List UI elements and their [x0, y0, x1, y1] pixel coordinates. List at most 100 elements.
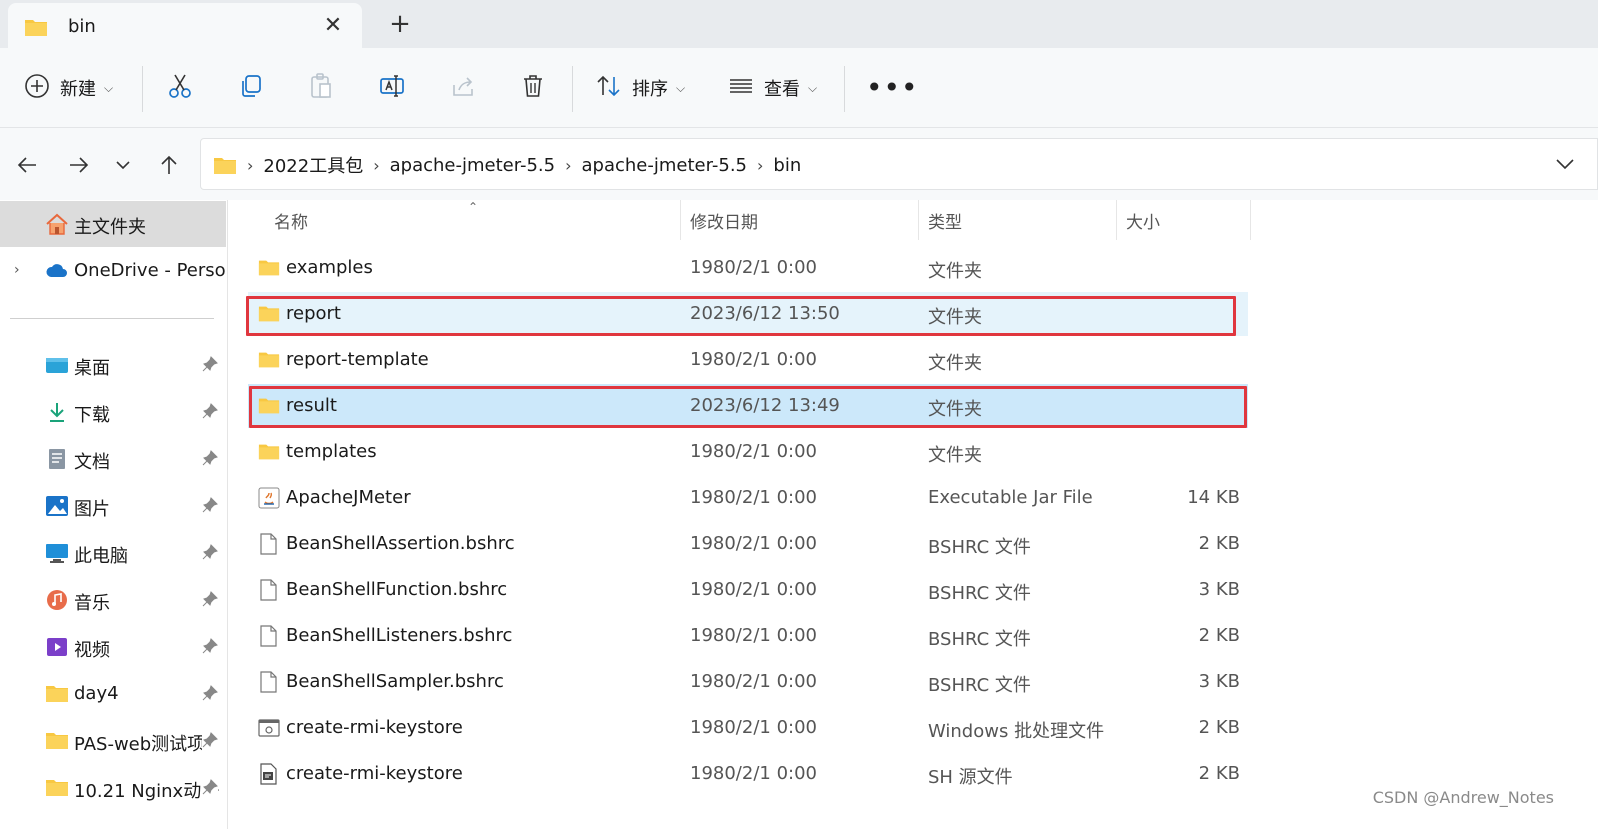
- pin-icon[interactable]: [202, 591, 218, 611]
- sidebar-item-documents[interactable]: 文档: [0, 436, 226, 482]
- file-row[interactable]: create-rmi-keystore 1980/2/1 0:00 Windows …: [248, 706, 1248, 750]
- toolbar-divider: [142, 66, 143, 112]
- sidebar-item-label: 此电脑: [74, 546, 128, 567]
- sidebar-item-home[interactable]: 主文件夹: [0, 201, 226, 247]
- file-row[interactable]: BeanShellAssertion.bshrc 1980/2/1 0:00 BSH…: [248, 522, 1248, 566]
- paste-button[interactable]: [308, 68, 334, 108]
- breadcrumb-item[interactable]: 2022工具包: [263, 152, 363, 178]
- chevron-down-icon: [116, 161, 130, 170]
- sidebar-item-label: 视频: [74, 640, 110, 661]
- pin-icon[interactable]: [202, 638, 218, 658]
- file-row[interactable]: BeanShellFunction.bshrc 1980/2/1 0:00 BSHR…: [248, 568, 1248, 612]
- breadcrumb: › 2022工具包 › apache-jmeter-5.5 › apache-j…: [213, 151, 801, 179]
- sidebar-item-nginx[interactable]: 10.21 Nginx动静: [0, 765, 226, 811]
- sidebar-item-downloads[interactable]: 下载: [0, 389, 226, 435]
- sidebar-item-label: 音乐: [74, 593, 110, 614]
- breadcrumb-separator: ›: [565, 155, 572, 175]
- sidebar-item-pas-web[interactable]: PAS-web测试项: [0, 718, 226, 764]
- file-name: BeanShellFunction.bshrc: [286, 579, 508, 600]
- file-row[interactable]: examples 1980/2/1 0:00 文件夹: [248, 246, 1248, 290]
- file-type: 文件夹: [928, 399, 982, 420]
- file-name: BeanShellListeners.bshrc: [286, 625, 513, 646]
- new-button[interactable]: 新建 ⌵: [24, 68, 113, 108]
- file-row[interactable]: report 2023/6/12 13:50 文件夹: [248, 292, 1248, 336]
- sidebar-item-day4[interactable]: day4: [0, 671, 226, 717]
- sidebar-item-onedrive[interactable]: › OneDrive - Personal: [0, 248, 227, 294]
- cut-button[interactable]: [166, 68, 194, 108]
- file-row[interactable]: BeanShellSampler.bshrc 1980/2/1 0:00 BSHRC…: [248, 660, 1248, 704]
- file-name: report: [286, 303, 341, 324]
- file-type: 文件夹: [928, 353, 982, 374]
- back-button[interactable]: [12, 150, 42, 180]
- file-row[interactable]: create-rmi-keystore 1980/2/1 0:00 SH 源文件 2 …: [248, 752, 1248, 796]
- file-date: 1980/2/1 0:00: [690, 579, 817, 600]
- file-row[interactable]: report-template 1980/2/1 0:00 文件夹: [248, 338, 1248, 382]
- view-button[interactable]: 查看 ⌵: [728, 68, 817, 108]
- column-header-name[interactable]: 名称: [274, 208, 308, 242]
- chevron-down-icon: ⌵: [808, 80, 818, 95]
- file-row[interactable]: templates 1980/2/1 0:00 文件夹: [248, 430, 1248, 474]
- sidebar-item-label: 10.21 Nginx动静: [74, 781, 220, 802]
- close-tab-icon[interactable]: ✕: [320, 13, 346, 39]
- file-date: 1980/2/1 0:00: [690, 763, 817, 784]
- breadcrumb-item[interactable]: apache-jmeter-5.5: [582, 155, 747, 176]
- column-header-size[interactable]: 大小: [1126, 208, 1160, 242]
- file-icon: [258, 671, 280, 693]
- rename-button[interactable]: [378, 68, 406, 108]
- file-type: BSHRC 文件: [928, 675, 1031, 696]
- pin-icon[interactable]: [202, 356, 218, 376]
- new-tab-button[interactable]: +: [386, 9, 414, 39]
- pin-icon[interactable]: [202, 779, 218, 799]
- file-size: 2 KB: [1198, 533, 1240, 554]
- sidebar-item-desktop[interactable]: 桌面: [0, 342, 226, 388]
- pin-icon[interactable]: [202, 497, 218, 517]
- sidebar-item-this-pc[interactable]: 此电脑: [0, 530, 226, 576]
- sidebar-item-pictures[interactable]: 图片: [0, 483, 226, 529]
- copy-button[interactable]: [238, 68, 264, 108]
- share-icon: [450, 73, 476, 103]
- folder-icon: [45, 777, 69, 799]
- sidebar-item-label: 下载: [74, 405, 110, 426]
- pin-icon[interactable]: [202, 544, 218, 564]
- breadcrumb-item[interactable]: bin: [773, 155, 801, 176]
- folder-icon: [258, 303, 280, 325]
- home-icon: [45, 213, 69, 235]
- file-date: 1980/2/1 0:00: [690, 487, 817, 508]
- pin-icon[interactable]: [202, 450, 218, 470]
- address-dropdown-icon[interactable]: [1555, 155, 1575, 177]
- forward-button[interactable]: [64, 150, 94, 180]
- chevron-down-icon: ⌵: [676, 80, 686, 95]
- sidebar-item-music[interactable]: 音乐: [0, 577, 226, 623]
- chevron-right-icon[interactable]: ›: [14, 262, 20, 278]
- tab-bin[interactable]: bin ✕: [8, 3, 362, 48]
- pin-icon[interactable]: [202, 685, 218, 705]
- file-name: ApacheJMeter: [286, 487, 411, 508]
- column-divider[interactable]: [680, 200, 681, 240]
- more-options-button[interactable]: •••: [866, 68, 919, 108]
- breadcrumb-item[interactable]: apache-jmeter-5.5: [390, 155, 555, 176]
- column-header-type[interactable]: 类型: [928, 208, 962, 242]
- arrow-up-icon: [161, 155, 177, 174]
- file-type: BSHRC 文件: [928, 583, 1031, 604]
- sidebar-item-videos[interactable]: 视频: [0, 624, 226, 670]
- up-button[interactable]: [154, 150, 184, 180]
- recent-locations-button[interactable]: [108, 150, 138, 180]
- file-row[interactable]: BeanShellListeners.bshrc 1980/2/1 0:00 BSH…: [248, 614, 1248, 658]
- column-divider[interactable]: [918, 200, 919, 240]
- column-divider[interactable]: [1116, 200, 1117, 240]
- file-icon: [258, 625, 280, 647]
- pin-icon[interactable]: [202, 732, 218, 752]
- pin-icon[interactable]: [202, 403, 218, 423]
- file-date: 1980/2/1 0:00: [690, 533, 817, 554]
- delete-button[interactable]: [520, 68, 546, 108]
- download-icon: [45, 401, 69, 423]
- scissors-icon: [166, 72, 194, 104]
- column-header-date[interactable]: 修改日期: [690, 208, 758, 242]
- file-type: SH 源文件: [928, 767, 1013, 788]
- share-button[interactable]: [450, 68, 476, 108]
- file-row[interactable]: ApacheJMeter 1980/2/1 0:00 Executable Jar …: [248, 476, 1248, 520]
- sort-button[interactable]: 排序 ⌵: [596, 68, 685, 108]
- address-bar[interactable]: › 2022工具包 › apache-jmeter-5.5 › apache-j…: [200, 138, 1598, 190]
- file-row[interactable]: result 2023/6/12 13:49 文件夹: [248, 384, 1248, 428]
- column-divider[interactable]: [1250, 200, 1251, 240]
